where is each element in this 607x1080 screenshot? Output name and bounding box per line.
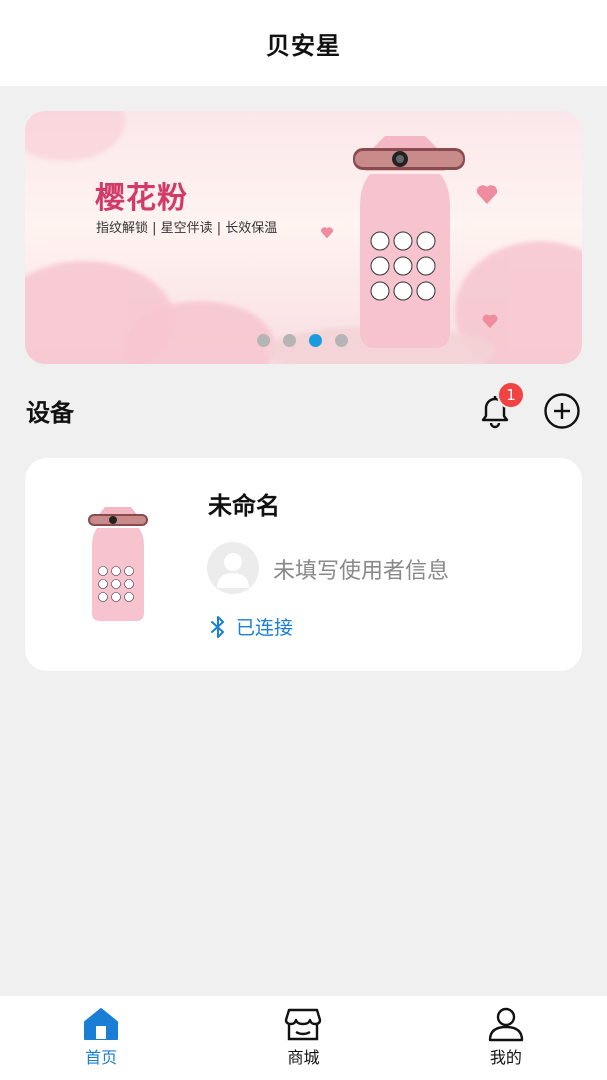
page-title: 贝安星	[266, 31, 341, 60]
tab-profile-label: 我的	[489, 1048, 522, 1067]
carousel-dot-active[interactable]	[309, 334, 322, 347]
carousel-dot[interactable]	[283, 334, 296, 347]
bottom-tab-bar: 首页 商城 我的	[0, 996, 607, 1080]
carousel-dot[interactable]	[335, 334, 348, 347]
heart-decoration	[476, 185, 498, 204]
tab-profile[interactable]: 我的	[405, 996, 607, 1080]
devices-section-title: 设备	[26, 399, 74, 427]
banner-subtitle: 指纹解锁 | 星空伴读 | 长效保温	[96, 221, 278, 236]
carousel-indicator	[257, 334, 348, 347]
user-placeholder-icon	[217, 553, 249, 588]
store-icon	[285, 1008, 322, 1041]
bottle-image	[353, 136, 465, 348]
tab-store[interactable]: 商城	[202, 996, 404, 1080]
app-header: 贝安星	[0, 0, 607, 86]
add-device-button[interactable]	[543, 392, 581, 430]
cloud-decoration	[25, 111, 125, 161]
home-icon	[84, 1008, 119, 1040]
notification-badge: 1	[497, 381, 525, 409]
device-thumbnail	[88, 507, 148, 621]
device-name: 未命名	[208, 492, 280, 520]
banner-title: 樱花粉	[95, 181, 188, 216]
connection-status: 已连接	[208, 613, 293, 640]
heart-decoration	[482, 314, 498, 329]
bluetooth-icon	[211, 615, 224, 638]
profile-icon	[488, 1007, 524, 1042]
tab-home[interactable]: 首页	[0, 996, 202, 1080]
tab-store-label: 商城	[287, 1048, 320, 1067]
carousel-dot[interactable]	[257, 334, 270, 347]
device-card[interactable]: 未命名 未填写使用者信息 已连接	[25, 458, 582, 671]
heart-decoration	[321, 227, 333, 239]
promo-banner[interactable]: 樱花粉 指纹解锁 | 星空伴读 | 长效保温	[25, 111, 582, 364]
tab-home-label: 首页	[85, 1048, 118, 1067]
avatar[interactable]	[207, 542, 259, 594]
user-info-text[interactable]: 未填写使用者信息	[273, 553, 449, 585]
connection-status-label: 已连接	[236, 617, 294, 639]
